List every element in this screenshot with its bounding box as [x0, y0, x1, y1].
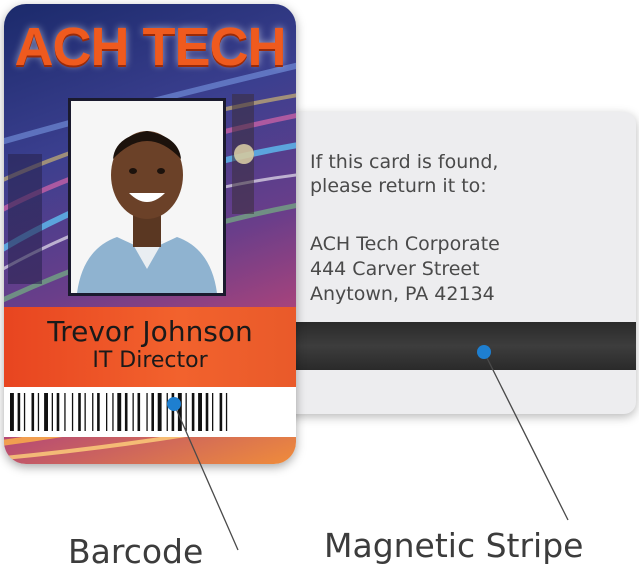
magnetic-stripe-label: Magnetic Stripe [324, 526, 584, 565]
barcode-label: Barcode [68, 532, 204, 571]
barcode-callout-dot [167, 397, 181, 411]
barcode-callout-line [173, 403, 239, 551]
stripe-callout-dot [477, 345, 491, 359]
stripe-callout-line [483, 351, 569, 521]
callout-lines [167, 345, 569, 551]
